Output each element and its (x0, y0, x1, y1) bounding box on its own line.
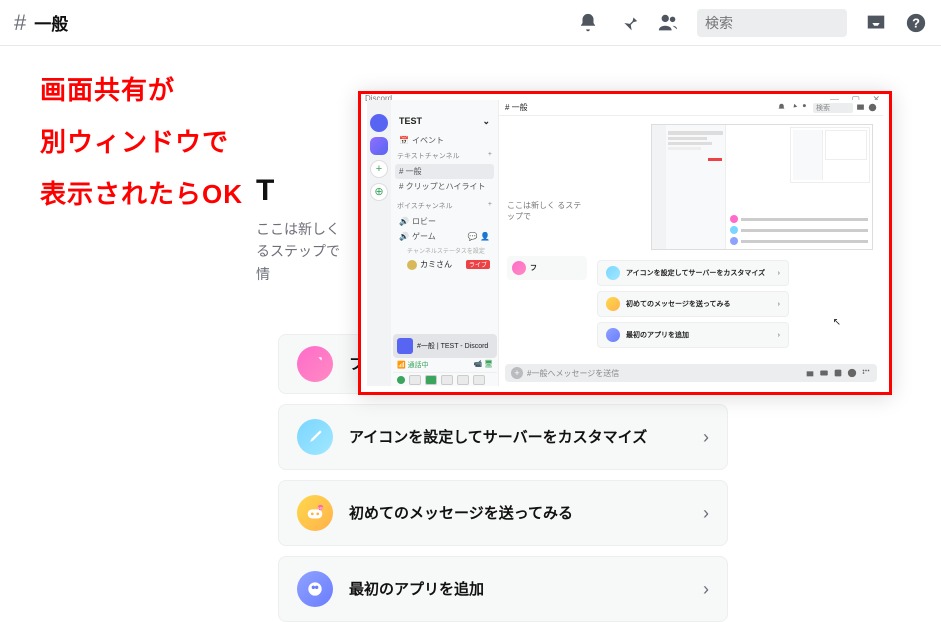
mini-card-invite: フ (507, 256, 587, 280)
emoji-icon[interactable] (847, 368, 857, 378)
mini-card[interactable]: アイコンを設定してサーバーをカスタマイズ› (597, 260, 789, 286)
svg-text:Hi!: Hi! (318, 506, 322, 510)
explore-button[interactable]: ⊕ (370, 183, 388, 201)
nested-screenshot (651, 124, 873, 250)
channel-sidebar: TEST⌄ 📅 イベント テキストチャンネル+ # 一般 # クリップとハイライ… (391, 100, 499, 386)
help-icon[interactable] (868, 103, 877, 112)
activities-button[interactable] (441, 375, 453, 385)
chevron-right-icon: › (703, 427, 709, 448)
inbox-icon[interactable] (865, 12, 887, 34)
threads-icon[interactable] (765, 103, 774, 112)
red-annotation: 画面共有が 別ウィンドウで 表示されたらOK (40, 64, 243, 220)
message-icon: Hi! (297, 495, 333, 531)
card-add-app[interactable]: 最初のアプリを追加 › (278, 556, 728, 622)
server-header[interactable]: TEST⌄ (395, 114, 494, 133)
soundboard-button[interactable] (457, 375, 469, 385)
search-input[interactable] (705, 15, 886, 31)
card-label: アイコンを設定してサーバーをカスタマイズ (349, 427, 703, 448)
paint-icon (297, 419, 333, 455)
card-label: 初めてのメッセージを送ってみる (349, 503, 703, 524)
channel-title: # 一般 (14, 10, 68, 36)
apps-icon[interactable] (861, 368, 871, 378)
dm-button[interactable] (370, 114, 388, 132)
mini-card[interactable]: 初めてのメッセージを送ってみる› (597, 291, 789, 317)
card-label: 最初のアプリを追加 (349, 579, 703, 600)
svg-text:?: ? (912, 15, 920, 30)
add-server-button[interactable]: + (370, 160, 388, 178)
bell-icon[interactable] (777, 103, 786, 112)
pin-icon[interactable] (617, 12, 639, 34)
deeply-nested (790, 127, 870, 183)
voice-user[interactable]: カミさんライブ (395, 257, 494, 272)
channel-row[interactable]: # クリップとハイライト (395, 179, 494, 194)
members-icon[interactable] (657, 12, 679, 34)
screen-share-button[interactable] (425, 375, 437, 385)
mini-invite-card[interactable]: フ (507, 256, 587, 280)
gift-icon[interactable] (805, 368, 815, 378)
message-input[interactable]: + #一般へメッセージを送信 (505, 364, 877, 382)
server-rail: + ⊕ (367, 100, 391, 386)
mini-cards: アイコンを設定してサーバーをカスタマイズ› 初めてのメッセージを送ってみる› 最… (597, 260, 789, 348)
channel-name: 一般 (34, 10, 68, 35)
channel-header: # 一般 ? (0, 0, 941, 46)
voice-row[interactable]: 🔊 ロビー (395, 214, 494, 229)
invite-icon (297, 346, 333, 382)
status-dot (397, 376, 405, 384)
app-icon (297, 571, 333, 607)
chevron-right-icon: › (703, 579, 709, 600)
mic-button[interactable] (409, 375, 421, 385)
header-icons: ? (537, 9, 927, 37)
voice-row[interactable]: 🔊 ゲーム 💬 👤 (395, 229, 494, 244)
mini-card[interactable]: 最初のアプリを追加› (597, 322, 789, 348)
welcome-mini: ここは新しく るステップで (507, 200, 587, 222)
disconnect-button[interactable] (473, 375, 485, 385)
help-icon[interactable]: ? (905, 12, 927, 34)
connection-status: 📶 通話中📹 🖥 (393, 358, 497, 372)
channel-row[interactable]: # 一般 (395, 164, 494, 179)
voice-section[interactable]: ボイスチャンネル+ (395, 198, 494, 214)
cursor-icon: ↖ (833, 317, 841, 328)
chat-header: # 一般 検索 (499, 100, 883, 116)
pin-icon[interactable] (789, 103, 798, 112)
user-bar (393, 372, 497, 386)
chevron-right-icon: › (703, 503, 709, 524)
inbox-icon[interactable] (856, 103, 865, 112)
search-mini[interactable]: 検索 (813, 103, 853, 113)
voice-status[interactable]: チャンネルステータスを設定 (395, 244, 494, 257)
threads-icon[interactable] (537, 12, 559, 34)
hash-icon: # (14, 10, 26, 36)
card-customize[interactable]: アイコンを設定してサーバーをカスタマイズ › (278, 404, 728, 470)
search-box[interactable] (697, 9, 847, 37)
gif-icon[interactable] (819, 368, 829, 378)
events-row[interactable]: 📅 イベント (395, 133, 494, 148)
text-section[interactable]: テキストチャンネル+ (395, 148, 494, 164)
card-first-message[interactable]: Hi! 初めてのメッセージを送ってみる › (278, 480, 728, 546)
chat-main: # 一般 検索 (499, 100, 883, 386)
activity-card[interactable]: #一般 | TEST - Discord (393, 334, 497, 358)
server-icon[interactable] (370, 137, 388, 155)
attach-button[interactable]: + (511, 367, 523, 379)
members-icon[interactable] (801, 103, 810, 112)
screen-share-window: Discord — ▢ ✕ + ⊕ TEST⌄ 📅 イベント テキストチャンネル… (358, 91, 892, 395)
live-badge: ライブ (466, 260, 490, 269)
sticker-icon[interactable] (833, 368, 843, 378)
bell-icon[interactable] (577, 12, 599, 34)
